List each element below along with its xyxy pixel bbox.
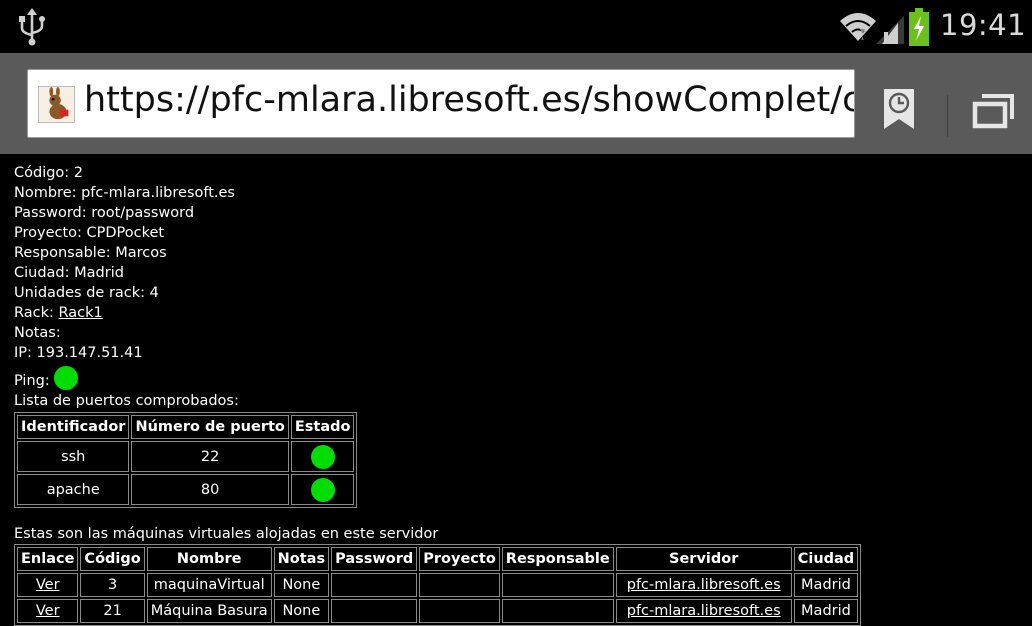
port-status-dot bbox=[310, 444, 335, 469]
responsable-text: Responsable: Marcos bbox=[14, 245, 167, 261]
vm-notas-cell: None bbox=[273, 573, 330, 597]
wifi-icon bbox=[840, 13, 876, 41]
vm-ciudad-cell: Madrid bbox=[793, 573, 859, 597]
bookmarks-icon[interactable] bbox=[881, 87, 917, 131]
vm-nombre-cell: Máquina Basura bbox=[146, 599, 272, 623]
page-content: Código: 2 Nombre: pfc-mlara.libresoft.es… bbox=[14, 163, 1024, 626]
vm-ciudad-cell: Madrid bbox=[793, 599, 859, 623]
proyecto-text: Proyecto: CPDPocket bbox=[14, 225, 165, 241]
vm-servidor-link[interactable]: pfc-mlara.libresoft.es bbox=[627, 603, 781, 619]
vm-servidor-cell: pfc-mlara.libresoft.es bbox=[615, 573, 792, 597]
rack-link[interactable]: Rack1 bbox=[59, 305, 103, 321]
vm-ver-link[interactable]: Ver bbox=[36, 603, 60, 619]
password-text: Password: root/password bbox=[14, 205, 195, 221]
vms-header-responsable: Responsable bbox=[501, 547, 614, 571]
vm-servidor-link[interactable]: pfc-mlara.libresoft.es bbox=[627, 577, 781, 593]
port-number-cell: 22 bbox=[131, 441, 289, 472]
status-bar: 19:41 bbox=[0, 0, 1032, 53]
vms-header-enlace: Enlace bbox=[17, 547, 79, 571]
vm-responsable-cell bbox=[501, 573, 614, 597]
vms-header-ciudad: Ciudad bbox=[793, 547, 859, 571]
port-id-cell: apache bbox=[17, 474, 130, 505]
vms-header-row: Enlace Código Nombre Notas Password Proy… bbox=[17, 547, 859, 571]
vms-header-nombre: Nombre bbox=[146, 547, 272, 571]
vm-responsable-cell bbox=[501, 599, 614, 623]
vm-ver-link[interactable]: Ver bbox=[36, 577, 60, 593]
table-row: Ver 21 Máquina Basura None pfc-mlara.lib… bbox=[17, 599, 859, 623]
tabs-icon[interactable] bbox=[972, 93, 1014, 129]
toolbar-divider bbox=[947, 95, 948, 137]
favicon bbox=[38, 86, 75, 123]
usb-icon bbox=[19, 8, 45, 46]
vms-header-codigo: Código bbox=[80, 547, 145, 571]
ports-header-estado: Estado bbox=[290, 415, 355, 439]
table-row: ssh 22 bbox=[17, 441, 355, 472]
unidades-text: Unidades de rack: 4 bbox=[14, 285, 159, 301]
table-row: apache 80 bbox=[17, 474, 355, 505]
browser-toolbar: https://pfc-mlara.libresoft.es/showCompl… bbox=[0, 53, 1032, 154]
ports-header-identificador: Identificador bbox=[17, 415, 130, 439]
vms-header-proyecto: Proyecto bbox=[419, 547, 500, 571]
vm-codigo-cell: 3 bbox=[80, 573, 145, 597]
vm-proyecto-cell bbox=[419, 599, 500, 623]
ports-caption: Lista de puertos comprobados: bbox=[14, 393, 239, 409]
vm-servidor-cell: pfc-mlara.libresoft.es bbox=[615, 599, 792, 623]
vms-header-servidor: Servidor bbox=[615, 547, 792, 571]
port-state-cell bbox=[290, 474, 355, 505]
rack-line: Rack: Rack1 bbox=[14, 303, 1024, 323]
table-row: Ver 3 maquinaVirtual None pfc-mlara.libr… bbox=[17, 573, 859, 597]
port-number-cell: 80 bbox=[131, 474, 289, 505]
vms-table: Enlace Código Nombre Notas Password Proy… bbox=[14, 544, 862, 626]
ping-status-dot bbox=[53, 366, 78, 390]
status-clock: 19:41 bbox=[940, 8, 1027, 42]
vm-enlace-cell: Ver bbox=[17, 573, 79, 597]
codigo-text: Código: 2 bbox=[14, 165, 84, 181]
ports-header-row: Identificador Número de puerto Estado bbox=[17, 415, 355, 439]
port-state-cell bbox=[290, 441, 355, 472]
ports-header-numero: Número de puerto bbox=[131, 415, 289, 439]
ip-text: IP: 193.147.51.41 bbox=[14, 345, 143, 361]
vm-nombre-cell: maquinaVirtual bbox=[146, 573, 272, 597]
port-id-cell: ssh bbox=[17, 441, 130, 472]
ping-label: Ping: bbox=[14, 373, 50, 389]
vm-proyecto-cell bbox=[419, 573, 500, 597]
vms-header-password: Password bbox=[331, 547, 418, 571]
vms-header-notas: Notas bbox=[273, 547, 330, 571]
port-status-dot bbox=[310, 477, 335, 502]
ports-table: Identificador Número de puerto Estado ss… bbox=[14, 412, 358, 508]
ping-line: Ping: bbox=[14, 366, 1024, 391]
battery-charging-icon bbox=[909, 8, 929, 46]
signal-icon bbox=[876, 16, 904, 44]
url-bar[interactable]: https://pfc-mlara.libresoft.es/showCompl… bbox=[27, 69, 855, 138]
vm-codigo-cell: 21 bbox=[80, 599, 145, 623]
vm-password-cell bbox=[331, 599, 418, 623]
url-text[interactable]: https://pfc-mlara.libresoft.es/showCompl… bbox=[84, 80, 854, 120]
notas-text: Notas: bbox=[14, 325, 61, 341]
vm-password-cell bbox=[331, 573, 418, 597]
rack-label: Rack: bbox=[14, 305, 59, 321]
vms-caption: Estas son las máquinas virtuales alojada… bbox=[14, 526, 439, 542]
vm-enlace-cell: Ver bbox=[17, 599, 79, 623]
ciudad-text: Ciudad: Madrid bbox=[14, 265, 124, 281]
nombre-text: Nombre: pfc-mlara.libresoft.es bbox=[14, 185, 235, 201]
vm-notas-cell: None bbox=[273, 599, 330, 623]
